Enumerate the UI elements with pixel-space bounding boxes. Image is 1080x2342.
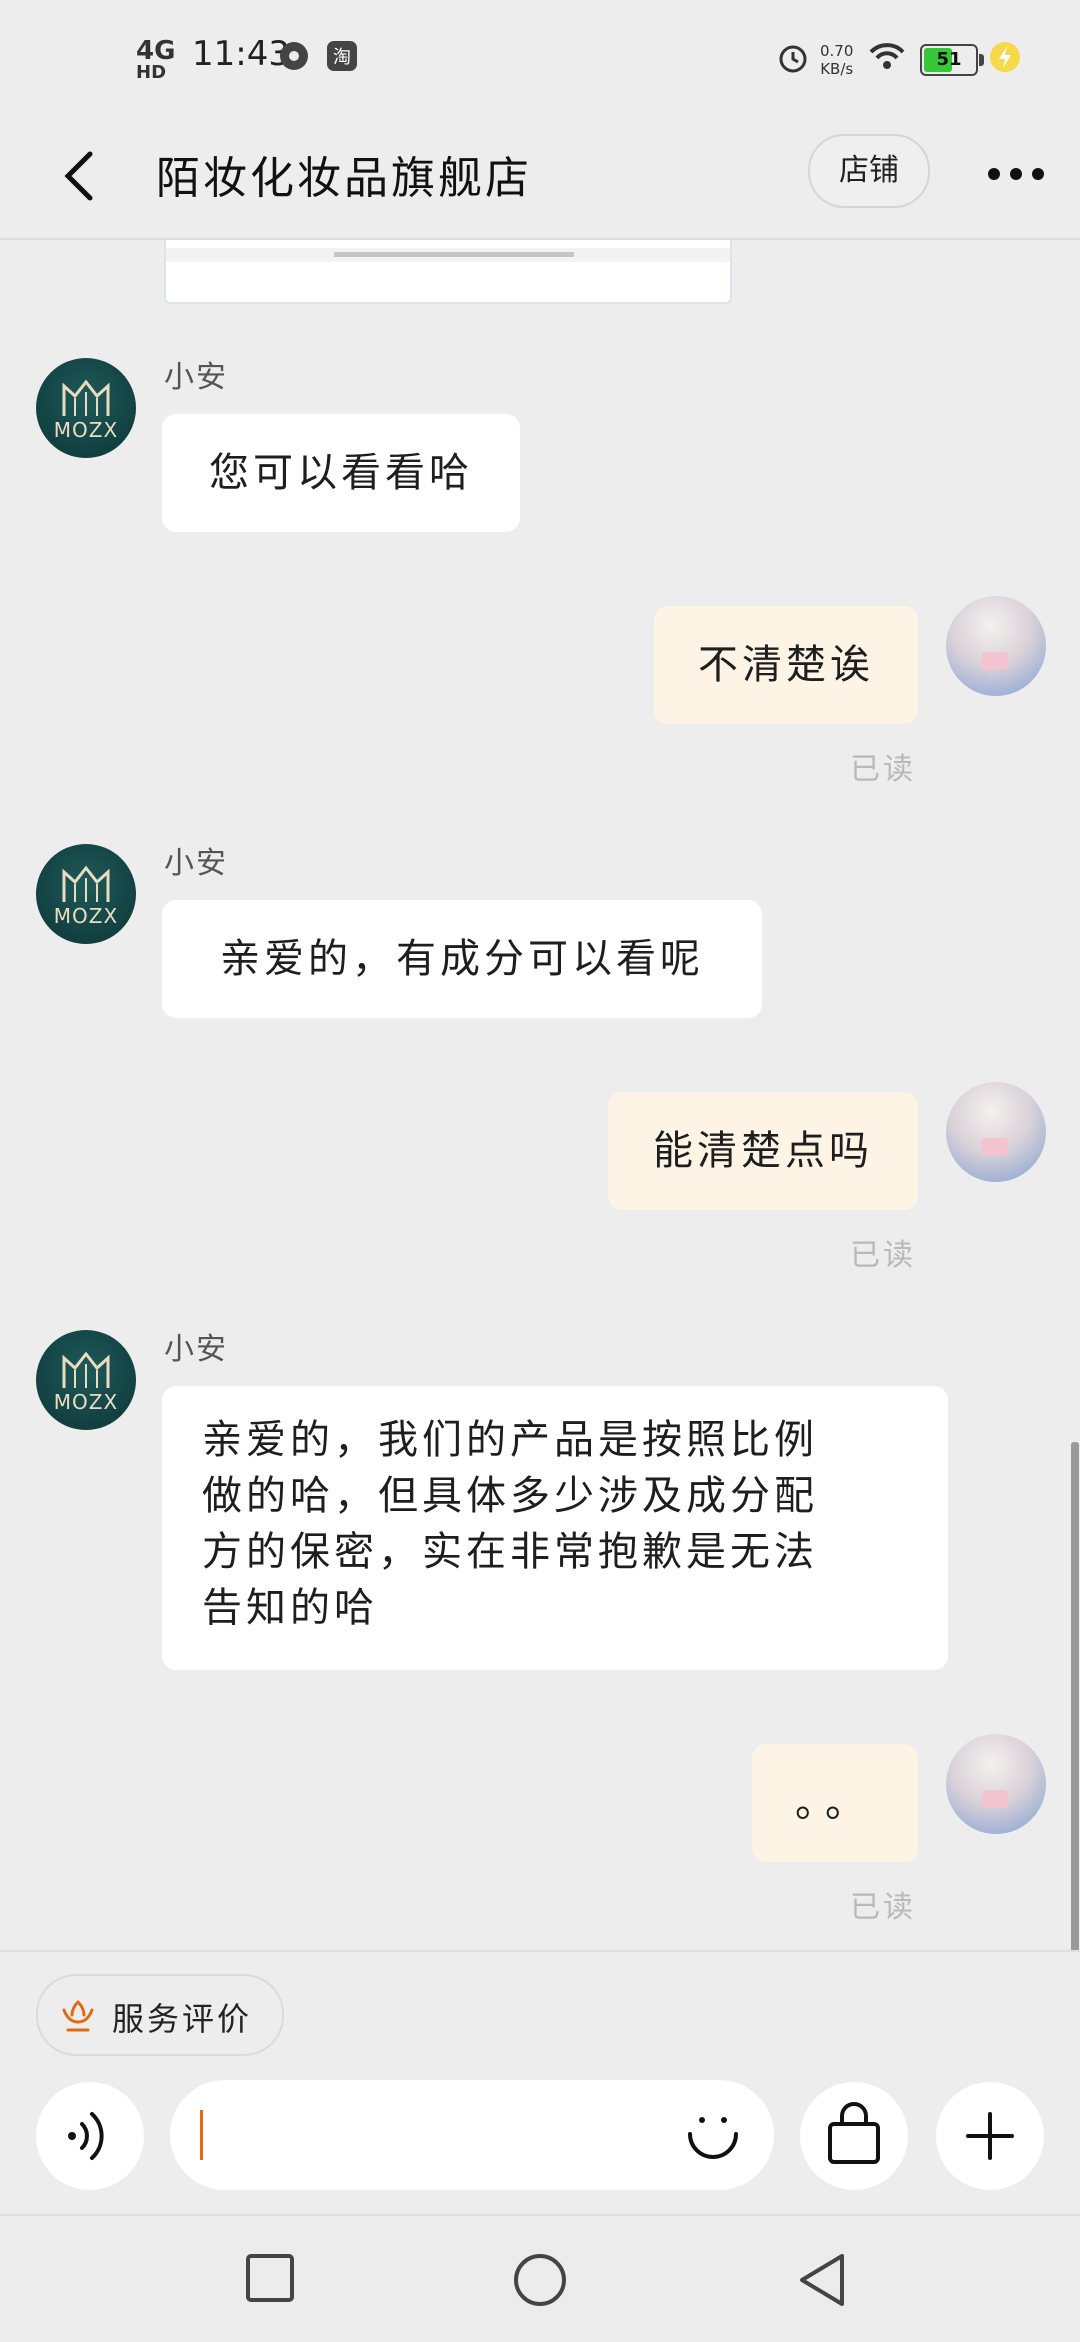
network-speed: 0.70 KB/s: [820, 42, 854, 78]
image-message-preview[interactable]: [164, 240, 732, 304]
user-avatar[interactable]: [946, 1082, 1046, 1182]
battery-indicator: 51: [920, 44, 984, 76]
outgoing-message[interactable]: 能清楚点吗: [608, 1092, 918, 1210]
flower-icon: [62, 2000, 94, 2032]
sender-name: 小安: [164, 1332, 228, 1367]
outgoing-message[interactable]: 。。: [752, 1744, 918, 1862]
read-receipt: 已读: [850, 1890, 916, 1925]
products-button[interactable]: [800, 2082, 908, 2190]
home-icon[interactable]: [512, 2252, 568, 2308]
voice-icon: [68, 2112, 104, 2160]
incoming-message[interactable]: 亲爱的，有成分可以看呢: [162, 900, 762, 1018]
emoji-icon[interactable]: [682, 2104, 744, 2166]
incoming-message[interactable]: 亲爱的，我们的产品是按照比例 做的哈，但具体多少涉及成分配 方的保密，实在非常抱…: [162, 1386, 948, 1670]
wifi-icon: [869, 43, 905, 69]
message-input[interactable]: [170, 2080, 774, 2190]
network-indicator: 4G HD: [136, 36, 176, 83]
message-composer: 服务评价: [0, 1950, 1080, 2214]
plus-icon: [966, 2112, 1014, 2160]
more-icon[interactable]: [986, 160, 1046, 188]
shop-title: 陌妆化妆品旗舰店: [156, 153, 532, 204]
text-cursor: [200, 2110, 203, 2160]
shop-avatar[interactable]: MOZX: [36, 844, 136, 944]
read-receipt: 已读: [850, 1238, 916, 1273]
alarm-icon: [779, 45, 807, 73]
chat-scrollbar[interactable]: [1071, 1442, 1079, 1952]
svg-text:淘: 淘: [333, 47, 351, 68]
voice-button[interactable]: [36, 2082, 144, 2190]
brand-logo-icon: [62, 1351, 110, 1388]
shop-avatar[interactable]: MOZX: [36, 1330, 136, 1430]
user-avatar[interactable]: [946, 1734, 1046, 1834]
status-bar: 4G HD 11:43 淘 0.70 KB/s 51: [0, 0, 1080, 120]
user-avatar[interactable]: [946, 596, 1046, 696]
system-navigation-bar: [0, 2214, 1080, 2342]
sender-name: 小安: [164, 846, 228, 881]
charging-icon: [990, 42, 1020, 72]
chat-header: 陌妆化妆品旗舰店 店铺: [0, 120, 1080, 240]
service-review-button[interactable]: 服务评价: [36, 1974, 284, 2056]
clock: 11:43: [192, 34, 290, 74]
shopping-bag-icon: [828, 2102, 880, 2164]
back-icon[interactable]: [796, 2252, 852, 2308]
shop-button[interactable]: 店铺: [808, 134, 930, 208]
outgoing-message[interactable]: 不清楚诶: [654, 606, 918, 724]
recent-apps-icon[interactable]: [244, 2252, 298, 2306]
sender-name: 小安: [164, 360, 228, 395]
brand-logo-icon: [62, 379, 110, 416]
read-receipt: 已读: [850, 752, 916, 787]
taobao-app-icon: 淘: [327, 41, 357, 71]
back-arrow-icon[interactable]: [52, 146, 112, 206]
incoming-message[interactable]: 您可以看看哈: [162, 414, 520, 532]
message-list[interactable]: MOZX 小安 您可以看看哈 不清楚诶 已读 MOZX 小安 亲爱的，有成分可以…: [0, 240, 1080, 1950]
more-actions-button[interactable]: [936, 2082, 1044, 2190]
brand-logo-icon: [62, 865, 110, 902]
pinwheel-app-icon: [280, 42, 308, 70]
shop-avatar[interactable]: MOZX: [36, 358, 136, 458]
